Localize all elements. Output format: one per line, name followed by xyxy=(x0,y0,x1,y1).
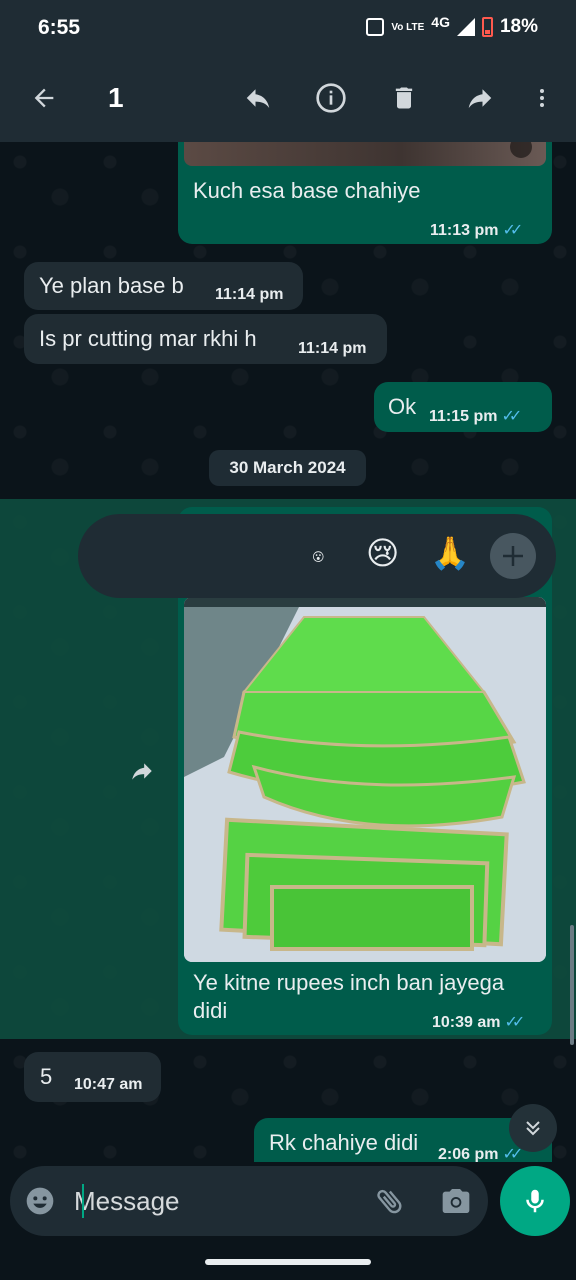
message-bubble-outgoing[interactable]: Ok 11:15 pm ✓✓ xyxy=(374,382,552,432)
message-text: Ok xyxy=(388,394,417,419)
read-ticks-icon: ✓✓ xyxy=(502,222,523,239)
scrollbar[interactable] xyxy=(570,925,574,1045)
quick-forward-icon[interactable] xyxy=(128,758,156,789)
scroll-to-bottom-button[interactable] xyxy=(509,1104,557,1152)
info-icon[interactable] xyxy=(311,78,351,118)
message-text: Kuch esa base chahiye xyxy=(193,178,421,203)
reply-icon[interactable] xyxy=(238,78,278,118)
add-reaction-icon[interactable] xyxy=(490,533,536,579)
message-time: 11:14 pm xyxy=(215,286,284,303)
vibrate-icon xyxy=(366,18,385,36)
mic-icon xyxy=(526,1189,544,1213)
message-bubble-outgoing[interactable]: Rk chahiye didi 2:06 pm ✓✓ xyxy=(254,1118,552,1162)
message-time: 10:47 am xyxy=(74,1076,143,1093)
message-bubble-incoming[interactable]: Is pr cutting mar rkhi h 11:14 pm xyxy=(24,314,387,364)
read-ticks-icon: ✓✓ xyxy=(502,1146,523,1162)
message-time: 11:13 pm ✓✓ xyxy=(430,222,523,239)
signal-icon xyxy=(456,18,475,36)
more-vert-icon[interactable] xyxy=(522,78,562,118)
message-bubble-outgoing[interactable]: Kuch esa base chahiye 11:13 pm ✓✓ xyxy=(178,142,552,244)
message-composer xyxy=(10,1166,488,1236)
status-indicators: Vo LTE 4G 18% xyxy=(366,14,538,38)
message-input[interactable] xyxy=(74,1184,354,1218)
emoji-icon[interactable] xyxy=(20,1181,60,1221)
home-gesture-pill[interactable] xyxy=(205,1259,371,1265)
selection-toolbar: 1 xyxy=(0,56,576,142)
voice-record-button[interactable] xyxy=(500,1166,570,1236)
status-time: 6:55 xyxy=(38,16,81,39)
forward-icon[interactable] xyxy=(460,78,500,118)
message-time: 10:39 am ✓✓ xyxy=(432,1014,526,1031)
battery-icon xyxy=(481,17,493,37)
back-arrow-icon[interactable] xyxy=(24,78,64,118)
date-separator: 30 March 2024 xyxy=(209,450,366,486)
shared-photo[interactable] xyxy=(184,597,546,962)
camera-icon[interactable] xyxy=(436,1181,476,1221)
battery-percent: 18% xyxy=(499,16,538,37)
message-time: 2:06 pm ✓✓ xyxy=(438,1146,523,1162)
volte-label: Vo LTE xyxy=(391,21,425,33)
selected-count: 1 xyxy=(108,82,124,113)
read-ticks-icon: ✓✓ xyxy=(501,408,522,425)
network-type: 4G xyxy=(431,14,450,30)
reaction-wow[interactable]: 😮 xyxy=(312,550,325,564)
delete-icon[interactable] xyxy=(384,78,424,118)
status-bar: 6:55 Vo LTE 4G 18% xyxy=(0,0,576,56)
reaction-pray[interactable]: 🙏 xyxy=(430,534,470,572)
message-text: 5 xyxy=(40,1064,53,1089)
reaction-cry[interactable]: 😢 xyxy=(366,534,399,572)
message-bubble-incoming[interactable]: 5 10:47 am xyxy=(24,1052,161,1102)
mute-icon xyxy=(510,142,532,158)
message-text: Rk chahiye didi xyxy=(269,1130,419,1155)
message-time: 11:15 pm ✓✓ xyxy=(429,408,522,425)
chat-area[interactable]: Kuch esa base chahiye 11:13 pm ✓✓ Ye plan… xyxy=(0,142,576,1162)
system-nav-bar xyxy=(0,1240,576,1280)
message-time: 11:14 pm xyxy=(298,340,367,357)
reaction-picker: 😮 😢 🙏 xyxy=(78,514,556,598)
read-ticks-icon: ✓✓ xyxy=(504,1014,526,1031)
image-preview-partial[interactable] xyxy=(184,142,546,166)
message-text: Ye plan base b xyxy=(39,273,184,298)
text-caret xyxy=(82,1184,84,1218)
attach-icon[interactable] xyxy=(370,1181,410,1221)
message-bubble-incoming[interactable]: Ye plan base b 11:14 pm xyxy=(24,262,303,310)
message-text: Is pr cutting mar rkhi h xyxy=(39,326,257,351)
